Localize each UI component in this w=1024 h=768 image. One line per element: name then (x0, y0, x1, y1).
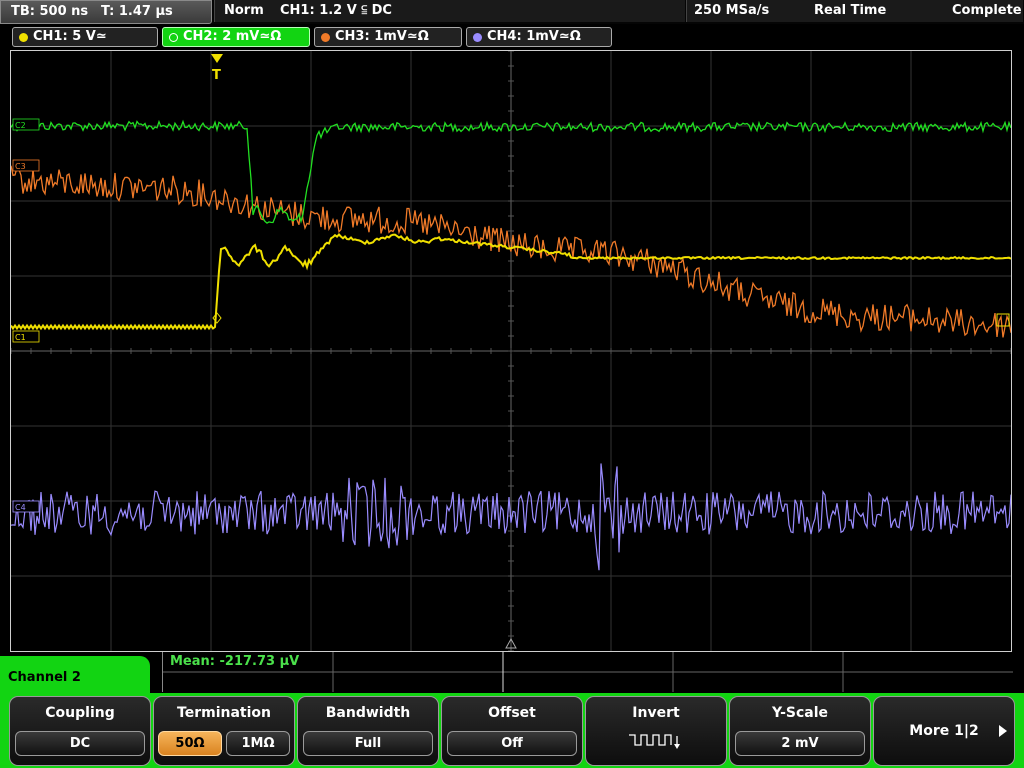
termination-1mohm-option[interactable]: 1MΩ (226, 731, 290, 756)
chevron-right-icon (999, 725, 1007, 737)
bandwidth-softkey[interactable]: Bandwidth Full (297, 696, 439, 766)
coupling-softkey[interactable]: Coupling DC (9, 696, 151, 766)
channel-tab-ch1[interactable]: CH1: 5 V≃ (12, 27, 158, 47)
acquisition-mode: Real Time (814, 3, 887, 18)
bandwidth-value[interactable]: Full (303, 731, 433, 756)
trigger-point-icon (212, 312, 222, 324)
ch4-offset-marker[interactable]: C4 (12, 500, 40, 513)
graticule (11, 51, 1011, 651)
invert-softkey[interactable]: Invert (585, 696, 727, 766)
channel-tab-ch4[interactable]: CH4: 1mV≃Ω (466, 27, 612, 47)
trigger-mode: Norm (224, 3, 264, 18)
sample-rate: 250 MSa/s (694, 3, 770, 18)
waveform-svg: T C2 C3 C1 C4 (11, 51, 1011, 651)
ch3-offset-marker[interactable]: C3 (12, 159, 40, 172)
offset-value[interactable]: Off (447, 731, 577, 756)
timebase-box[interactable]: TB: 500 ns T: 1.47 µs (0, 0, 212, 24)
trigger-position-icon[interactable] (211, 54, 223, 63)
ch3-color-dot (321, 33, 330, 42)
menu-title: Channel 2 (8, 670, 81, 685)
ch1-color-dot (19, 33, 28, 42)
coupling-value[interactable]: DC (15, 731, 145, 756)
bandwidth-title: Bandwidth (325, 705, 411, 721)
menu-title-tab: Channel 2 (0, 656, 150, 696)
termination-title: Termination (177, 705, 271, 721)
ch3-offset-label: C3 (15, 162, 26, 171)
status-bar: TB: 500 ns T: 1.47 µs Norm CH1: 1.2 V ⫅ … (0, 0, 1024, 24)
acquisition-status: Complete (952, 3, 1022, 18)
trigger-time-readout: T: 1.47 µs (101, 4, 173, 19)
ch1-offset-label: C1 (15, 333, 26, 342)
trigger-marker-label: T (212, 68, 221, 83)
ch2-color-dot (169, 33, 178, 42)
termination-50ohm-option[interactable]: 50Ω (158, 731, 222, 756)
ch4-color-dot (473, 33, 482, 42)
yscale-title: Y-Scale (771, 705, 828, 721)
mean-measurement: Mean: -217.73 µV (170, 654, 300, 669)
channel-tabs: CH1: 5 V≃ CH2: 2 mV≃Ω CH3: 1mV≃Ω CH4: 1m… (0, 26, 1024, 48)
invert-waveform-icon (629, 734, 680, 749)
channel-tab-ch2-label: CH2: 2 mV≃Ω (183, 29, 282, 44)
ch1-offset-marker[interactable]: C1 (12, 330, 40, 343)
ch4-offset-label: C4 (15, 503, 26, 512)
channel-tab-ch3-label: CH3: 1mV≃Ω (335, 29, 429, 44)
offset-title: Offset (488, 705, 536, 721)
trigger-source: CH1: 1.2 V ⫅ DC (280, 3, 392, 18)
yscale-softkey[interactable]: Y-Scale 2 mV (729, 696, 871, 766)
channel-tab-ch4-label: CH4: 1mV≃Ω (487, 29, 581, 44)
waveform-display[interactable]: T C2 C3 C1 C4 (10, 50, 1012, 652)
ch2-offset-label: C2 (15, 121, 26, 130)
coupling-title: Coupling (45, 705, 115, 721)
offset-softkey[interactable]: Offset Off (441, 696, 583, 766)
channel-tab-ch2[interactable]: CH2: 2 mV≃Ω (162, 27, 310, 47)
termination-softkey[interactable]: Termination 50Ω 1MΩ (153, 696, 295, 766)
yscale-value[interactable]: 2 mV (735, 731, 865, 756)
more-softkey[interactable]: More 1|2 (873, 696, 1015, 766)
channel-tab-ch1-label: CH1: 5 V≃ (33, 29, 107, 44)
more-label: More 1|2 (909, 723, 979, 739)
measurement-panel: Mean: -217.73 µV (162, 652, 1013, 692)
channel-tab-ch3[interactable]: CH3: 1mV≃Ω (314, 27, 462, 47)
invert-title: Invert (632, 705, 680, 721)
timebase-readout: TB: 500 ns (11, 4, 89, 19)
ch2-offset-marker[interactable]: C2 (12, 118, 40, 131)
